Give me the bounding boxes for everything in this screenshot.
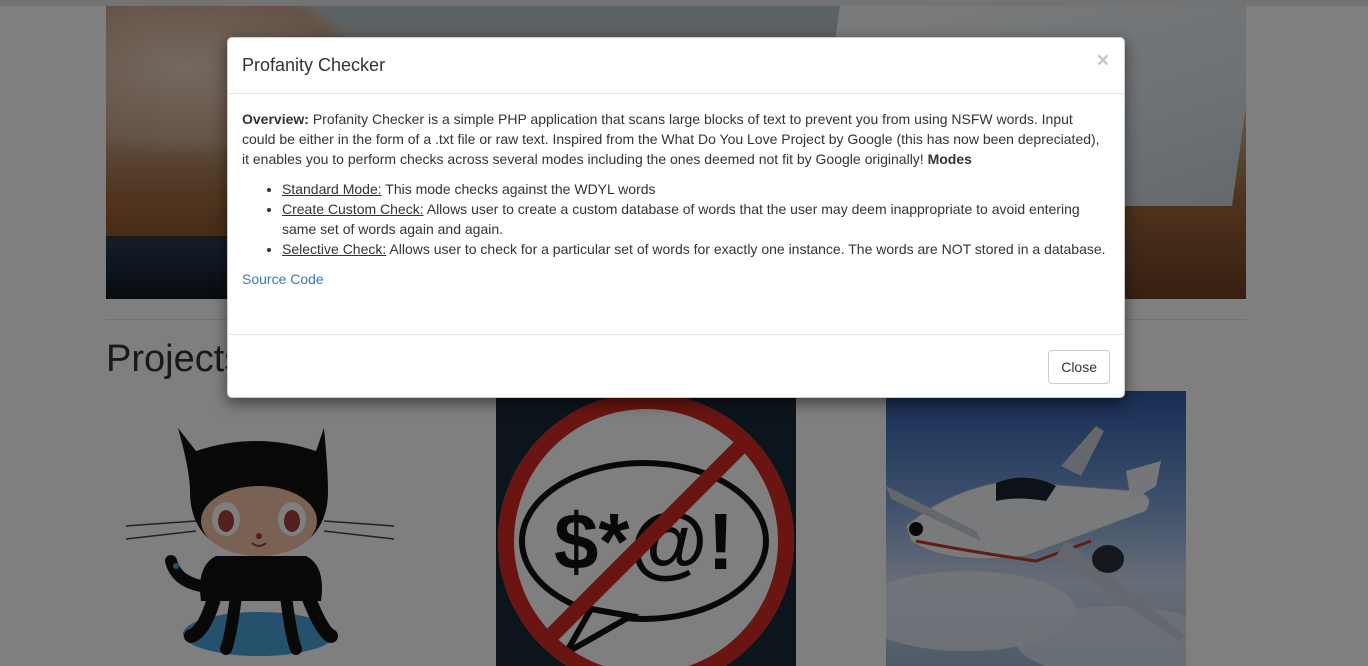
modal-body: Overview: Profanity Checker is a simple … <box>242 109 1108 289</box>
page: Projects <box>0 0 1368 666</box>
modal-header: Profanity Checker × <box>228 38 1124 94</box>
profanity-checker-modal: Profanity Checker × Overview: Profanity … <box>227 37 1125 398</box>
source-code-link[interactable]: Source Code <box>242 271 324 287</box>
mode-name-selective: Selective Check: <box>282 241 387 257</box>
mode-item-selective: Selective Check: Allows user to check fo… <box>282 239 1108 259</box>
overview-paragraph: Overview: Profanity Checker is a simple … <box>242 109 1108 169</box>
mode-item-custom: Create Custom Check: Allows user to crea… <box>282 199 1108 239</box>
modal-footer: Close <box>228 334 1124 399</box>
modal-title: Profanity Checker <box>242 55 386 75</box>
close-button[interactable]: Close <box>1048 350 1110 384</box>
mode-description-selective: Allows user to check for a particular se… <box>386 241 1106 257</box>
mode-description-standard: This mode checks against the WDYL words <box>381 181 656 197</box>
close-icon[interactable]: × <box>1097 50 1109 71</box>
overview-label: Overview: <box>242 111 309 127</box>
mode-name-standard: Standard Mode: <box>282 181 382 197</box>
mode-item-standard: Standard Mode: This mode checks against … <box>282 179 1108 199</box>
mode-name-custom: Create Custom Check: <box>282 201 424 217</box>
modes-label: Modes <box>927 151 972 167</box>
modes-list: Standard Mode: This mode checks against … <box>242 179 1108 259</box>
